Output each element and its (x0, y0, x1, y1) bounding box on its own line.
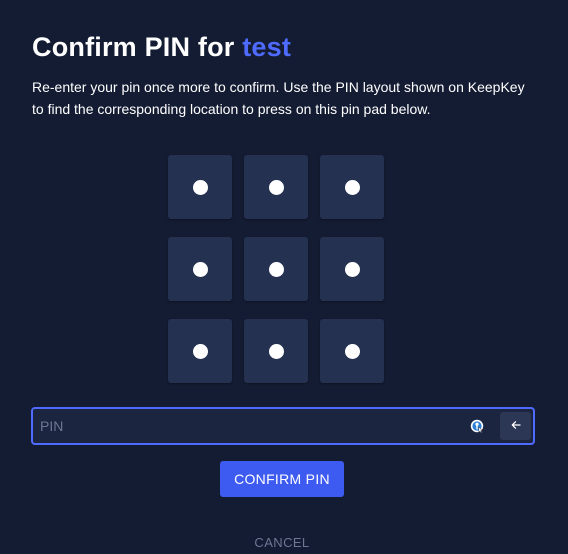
wallet-name: test (242, 32, 292, 62)
dot-icon (344, 343, 360, 359)
backspace-button[interactable] (500, 412, 531, 440)
dot-icon (268, 179, 284, 195)
pin-button-top-left[interactable] (168, 155, 232, 219)
pin-button-bottom-right[interactable] (320, 319, 384, 383)
page-title: Confirm PIN for test (32, 30, 291, 64)
title-prefix: Confirm PIN for (32, 32, 235, 62)
pin-button-top-right[interactable] (320, 155, 384, 219)
arrow-left-icon (511, 417, 521, 435)
pin-button-bottom-center[interactable] (244, 319, 308, 383)
dot-icon (268, 343, 284, 359)
pin-button-middle-left[interactable] (168, 237, 232, 301)
confirm-pin-button[interactable]: CONFIRM PIN (220, 461, 344, 497)
instructions-text: Re-enter your pin once more to confirm. … (32, 79, 525, 117)
pin-button-bottom-left[interactable] (168, 319, 232, 383)
dot-icon (268, 261, 284, 277)
pin-pad (168, 155, 384, 383)
dot-icon (192, 343, 208, 359)
confirm-pin-dialog: Confirm PIN for test Re-enter your pin o… (0, 0, 568, 554)
dot-icon (192, 261, 208, 277)
dot-icon (344, 179, 360, 195)
cancel-button[interactable]: CANCEL (246, 532, 318, 552)
password-manager-icon[interactable] (470, 419, 484, 434)
dot-icon (192, 179, 208, 195)
pin-button-top-center[interactable] (244, 155, 308, 219)
pin-field (31, 407, 535, 445)
pin-input[interactable] (33, 409, 460, 443)
dot-icon (344, 261, 360, 277)
pin-button-middle-right[interactable] (320, 237, 384, 301)
pin-button-middle-center[interactable] (244, 237, 308, 301)
